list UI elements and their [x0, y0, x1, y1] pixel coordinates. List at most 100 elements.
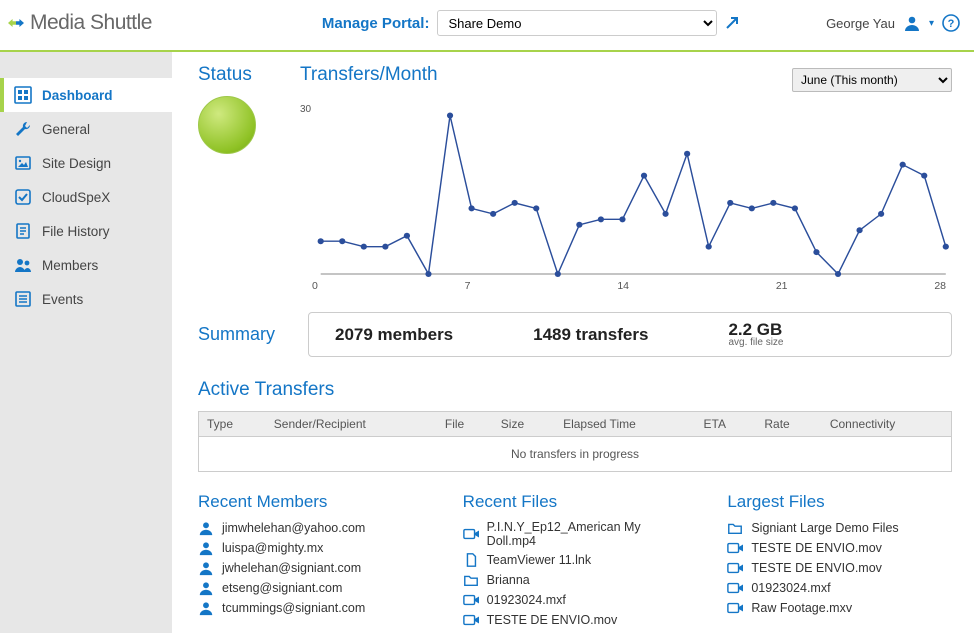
wrench-icon — [14, 120, 32, 138]
sidebar-item-label: Members — [42, 258, 98, 273]
sidebar-item-file-history[interactable]: File History — [0, 214, 172, 248]
active-transfers-title: Active Transfers — [198, 379, 952, 401]
chart-x-tick: 21 — [776, 280, 788, 292]
video-icon — [727, 580, 743, 596]
member-email: jimwhelehan@yahoo.com — [222, 521, 365, 535]
topbar: Media Shuttle Manage Portal: Share Demo … — [0, 0, 974, 52]
sidebar-item-members[interactable]: Members — [0, 248, 172, 282]
list-item[interactable]: TESTE DE ENVIO.mov — [727, 538, 952, 558]
at-col: Size — [493, 412, 555, 437]
sidebar-item-label: File History — [42, 224, 110, 239]
chart-x-ticks: 07142128 — [300, 280, 952, 292]
sidebar-item-label: Site Design — [42, 156, 111, 171]
body: Dashboard General Site Design CloudSpeX File… — [0, 52, 974, 633]
folder-icon — [727, 520, 743, 536]
list-item[interactable]: luispa@mighty.mx — [198, 538, 423, 558]
sidebar-item-site-design[interactable]: Site Design — [0, 146, 172, 180]
sidebar: Dashboard General Site Design CloudSpeX File… — [0, 52, 172, 633]
user-name: George Yau — [826, 16, 895, 31]
active-transfers-empty: No transfers in progress — [199, 437, 952, 472]
at-col: Rate — [756, 412, 821, 437]
video-icon — [727, 560, 743, 576]
at-col: Type — [199, 412, 266, 437]
list-item[interactable]: 01923024.mxf — [463, 590, 688, 610]
summary-avg-size: 2.2 GB — [728, 321, 783, 338]
period-select[interactable]: June (This month) — [792, 68, 952, 92]
recent-members-title: Recent Members — [198, 492, 423, 512]
at-col: Connectivity — [822, 412, 952, 437]
sidebar-item-general[interactable]: General — [0, 112, 172, 146]
person-icon — [198, 600, 214, 616]
sidebar-item-label: General — [42, 122, 90, 137]
summary-avg: 2.2 GB avg. file size — [728, 321, 783, 348]
person-icon — [198, 560, 214, 576]
file-name: Signiant Large Demo Files — [751, 521, 898, 535]
video-icon — [463, 592, 479, 608]
member-email: jwhelehan@signiant.com — [222, 561, 361, 575]
file-name: TESTE DE ENVIO.mov — [751, 541, 882, 555]
portal-select[interactable]: Share Demo — [437, 10, 717, 36]
active-transfers-table: TypeSender/RecipientFileSizeElapsed Time… — [198, 411, 952, 472]
list-item[interactable]: 01923024.mxf — [727, 578, 952, 598]
file-name: 01923024.mxf — [487, 593, 566, 607]
manage-portal-label: Manage Portal: — [322, 15, 430, 32]
at-col: Sender/Recipient — [266, 412, 437, 437]
member-email: tcummings@signiant.com — [222, 601, 365, 615]
chart-area: 30 07142128 — [300, 102, 952, 292]
file-name: P.I.N.Y_Ep12_American My Doll.mp4 — [487, 520, 688, 548]
status-title: Status — [198, 64, 276, 86]
list-item[interactable]: etseng@signiant.com — [198, 578, 423, 598]
help-icon[interactable]: ? — [942, 14, 960, 32]
video-icon — [463, 526, 479, 542]
person-icon — [198, 580, 214, 596]
file-name: TESTE DE ENVIO.mov — [487, 613, 618, 627]
history-icon — [14, 222, 32, 240]
list-item[interactable]: P.I.N.Y_Ep12_American My Doll.mp4 — [463, 518, 688, 550]
open-portal-icon[interactable] — [725, 16, 739, 30]
sidebar-item-label: Events — [42, 292, 83, 307]
video-icon — [727, 600, 743, 616]
summary-title: Summary — [198, 324, 308, 345]
person-icon — [198, 520, 214, 536]
sidebar-item-label: CloudSpeX — [42, 190, 110, 205]
folder-icon — [463, 572, 479, 588]
sidebar-item-cloudspex[interactable]: CloudSpeX — [0, 180, 172, 214]
sidebar-item-label: Dashboard — [42, 88, 113, 103]
user-area: George Yau ▾ ? — [826, 14, 960, 32]
dashboard-icon — [14, 86, 32, 104]
chart-x-tick: 28 — [934, 280, 946, 292]
file-name: TeamViewer 11.lnk — [487, 553, 591, 567]
list-item[interactable]: Brianna — [463, 570, 688, 590]
member-email: luispa@mighty.mx — [222, 541, 323, 555]
at-col: ETA — [696, 412, 757, 437]
chart-x-tick: 0 — [312, 280, 318, 292]
user-chevron-icon[interactable]: ▾ — [929, 18, 934, 29]
list-icon — [14, 290, 32, 308]
sidebar-item-dashboard[interactable]: Dashboard — [0, 78, 172, 112]
list-item[interactable]: TESTE DE ENVIO.mov — [463, 610, 688, 630]
member-email: etseng@signiant.com — [222, 581, 342, 595]
chart-svg — [300, 102, 952, 292]
brand-name: Media Shuttle — [30, 11, 152, 35]
main: Status Transfers/Month June (This month)… — [172, 52, 974, 633]
file-name: TESTE DE ENVIO.mov — [751, 561, 882, 575]
user-icon[interactable] — [903, 14, 921, 32]
list-item[interactable]: TESTE DE ENVIO.mov — [727, 558, 952, 578]
video-icon — [463, 612, 479, 628]
list-item[interactable]: tcummings@signiant.com — [198, 598, 423, 618]
brand-logo: Media Shuttle — [8, 11, 152, 35]
shuttle-icon — [8, 15, 24, 31]
largest-files-title: Largest Files — [727, 492, 952, 512]
list-item[interactable]: jimwhelehan@yahoo.com — [198, 518, 423, 538]
sidebar-item-events[interactable]: Events — [0, 282, 172, 316]
check-icon — [14, 188, 32, 206]
summary-avg-label: avg. file size — [728, 338, 783, 348]
summary-box: 2079 members 1489 transfers 2.2 GB avg. … — [308, 312, 952, 357]
at-col: Elapsed Time — [555, 412, 695, 437]
file-name: Raw Footage.mxv — [751, 601, 852, 615]
list-item[interactable]: TeamViewer 11.lnk — [463, 550, 688, 570]
list-item[interactable]: jwhelehan@signiant.com — [198, 558, 423, 578]
summary-transfers: 1489 transfers — [533, 325, 648, 345]
list-item[interactable]: Signiant Large Demo Files — [727, 518, 952, 538]
list-item[interactable]: Raw Footage.mxv — [727, 598, 952, 618]
